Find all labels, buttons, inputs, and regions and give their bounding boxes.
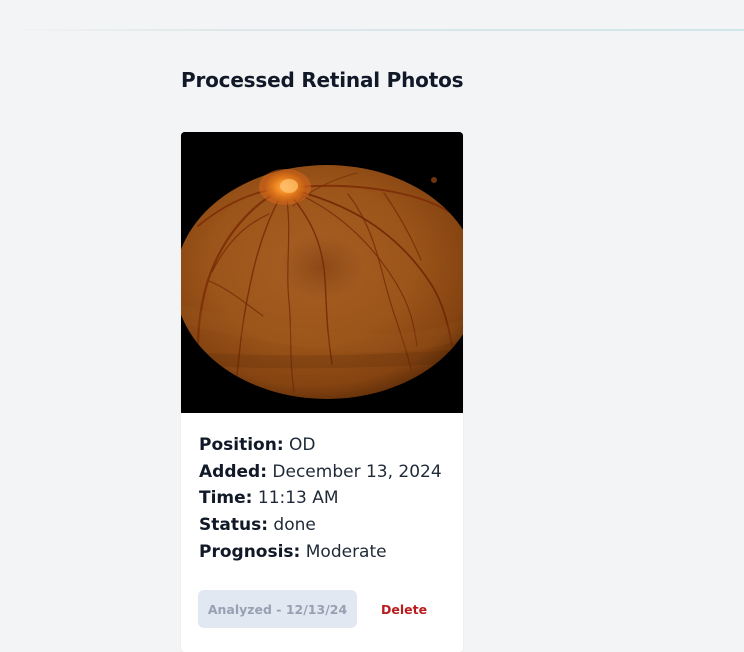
retinal-photo-card: Position: OD Added: December 13, 2024 Ti… bbox=[181, 132, 463, 652]
retinal-fundus-image bbox=[181, 132, 463, 413]
position-value: OD bbox=[289, 435, 316, 455]
top-divider bbox=[0, 29, 744, 31]
added-label: Added: bbox=[199, 461, 267, 482]
status-value: done bbox=[273, 515, 316, 536]
status-label: Status: bbox=[199, 515, 268, 536]
prognosis-value: Moderate bbox=[305, 541, 387, 562]
delete-button[interactable]: Delete bbox=[381, 602, 427, 617]
prognosis-label: Prognosis: bbox=[199, 541, 301, 562]
time-row: Time: 11:13 AM bbox=[199, 485, 445, 512]
position-row: Position: OD bbox=[199, 432, 445, 459]
time-value: 11:13 AM bbox=[257, 488, 339, 509]
time-label: Time: bbox=[199, 488, 253, 509]
added-value: December 13, 2024 bbox=[272, 461, 442, 482]
prognosis-row: Prognosis: Moderate bbox=[199, 539, 445, 566]
section-title: Processed Retinal Photos bbox=[181, 68, 464, 92]
photo-actions: Analyzed - 12/13/24 Delete bbox=[198, 590, 427, 628]
retinal-photo bbox=[181, 132, 463, 413]
status-row: Status: done bbox=[199, 512, 445, 539]
added-row: Added: December 13, 2024 bbox=[199, 459, 445, 486]
photo-details: Position: OD Added: December 13, 2024 Ti… bbox=[181, 413, 463, 566]
position-label: Position: bbox=[199, 435, 284, 455]
analyzed-button[interactable]: Analyzed - 12/13/24 bbox=[198, 590, 357, 628]
